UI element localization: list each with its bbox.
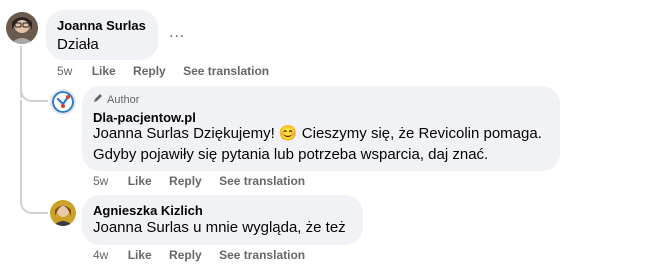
see-translation-button[interactable]: See translation: [219, 248, 305, 262]
thread-connector-reply-1: [20, 86, 48, 102]
reply-button[interactable]: Reply: [169, 248, 202, 262]
comment-author[interactable]: Joanna Surlas: [57, 18, 146, 33]
comment-text: Joanna Surlas Dziękujemy! 😊 Cieszymy się…: [93, 123, 542, 144]
comment-time: 5w: [57, 64, 73, 78]
avatar-dla-pacjentow[interactable]: [50, 89, 76, 115]
like-button[interactable]: Like: [128, 174, 152, 188]
author-badge: Author: [93, 93, 139, 106]
comment-text: Joanna Surlas u mnie wygląda, że też: [93, 217, 346, 238]
pencil-icon: [93, 93, 103, 106]
comment-actions: 4w Like Reply See translation: [93, 248, 319, 262]
reply-button[interactable]: Reply: [169, 174, 202, 188]
avatar-agnieszka-kizlich[interactable]: [50, 200, 76, 226]
comment-actions: 5w Like Reply See translation: [93, 174, 319, 188]
author-badge-label: Author: [107, 93, 140, 106]
like-button[interactable]: Like: [92, 64, 116, 78]
more-options-button[interactable]: ...: [169, 24, 185, 42]
comment-time: 5w: [93, 174, 109, 188]
thread-line-main-lower: [20, 100, 22, 200]
comment-time: 4w: [93, 248, 109, 262]
reply-button[interactable]: Reply: [133, 64, 166, 78]
comment-bubble-1: Joanna Surlas Działa: [46, 10, 158, 60]
like-button[interactable]: Like: [128, 248, 152, 262]
mention-tag[interactable]: Joanna Surlas: [93, 125, 189, 142]
comment-actions: 5w Like Reply See translation: [57, 64, 283, 78]
comment-bubble-2: Author Dla-pacjentow.pl Joanna Surlas Dz…: [82, 86, 560, 171]
comment-text-line-2: Gdyby pojawiły się pytania lub potrzeba …: [93, 146, 489, 163]
avatar-joanna-surlas[interactable]: [6, 12, 38, 44]
thread-connector-reply-2: [20, 196, 48, 214]
comment-text: Działa: [57, 36, 99, 53]
comment-text-line-1: Dziękujemy! 😊 Cieszymy się, że Revicolin…: [193, 125, 542, 142]
comment-text-body: u mnie wygląda, że też: [193, 219, 346, 236]
mention-tag[interactable]: Joanna Surlas: [93, 219, 189, 236]
comment-author[interactable]: Agnieszka Kizlich: [93, 203, 203, 218]
see-translation-button[interactable]: See translation: [183, 64, 269, 78]
comment-bubble-3: Agnieszka Kizlich Joanna Surlas u mnie w…: [82, 195, 363, 245]
see-translation-button[interactable]: See translation: [219, 174, 305, 188]
